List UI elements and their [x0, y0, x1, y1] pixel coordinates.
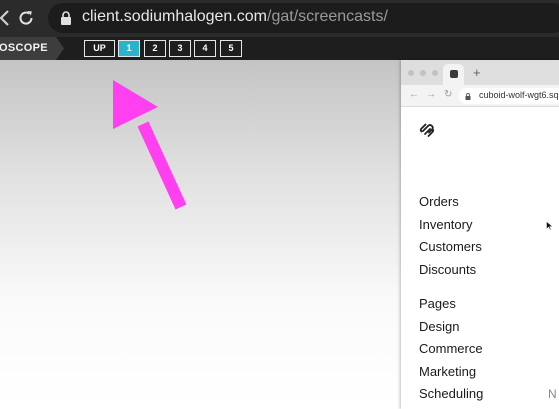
site-favicon-icon [450, 70, 458, 78]
lock-icon [60, 11, 72, 25]
inner-address-field[interactable]: cuboid-wolf-wgt6.sq [459, 88, 559, 104]
new-tab-button[interactable]: + [473, 65, 481, 80]
menu-marketing[interactable]: Marketing [419, 364, 476, 379]
up-button[interactable]: UP [84, 40, 115, 57]
screenscope-toolbar: OSCOPE UP 1 2 3 4 5 [0, 37, 559, 60]
mouse-cursor-icon [546, 218, 554, 231]
menu-inventory[interactable]: Inventory [419, 217, 472, 232]
inner-tab[interactable] [443, 64, 464, 85]
squarespace-logo-icon[interactable] [419, 122, 435, 138]
window-maximize-icon[interactable] [432, 70, 438, 76]
step-1-button[interactable]: 1 [118, 40, 140, 57]
step-5-button[interactable]: 5 [220, 40, 242, 57]
browser-address-bar: client.sodiumhalogen.com/gat/screencasts… [0, 0, 559, 37]
inner-address-text: cuboid-wolf-wgt6.sq [479, 90, 559, 100]
step-2-button[interactable]: 2 [144, 40, 166, 57]
menu-design[interactable]: Design [419, 319, 459, 334]
inner-lock-icon [465, 92, 471, 100]
clipped-label: N [548, 387, 557, 401]
url-text[interactable]: client.sodiumhalogen.com/gat/screencasts… [82, 8, 388, 26]
menu-pages[interactable]: Pages [419, 296, 456, 311]
step-4-button[interactable]: 4 [194, 40, 216, 57]
inner-forward-icon[interactable]: → [426, 89, 436, 100]
inner-nav-bar: ← → ↻ cuboid-wolf-wgt6.sq [401, 85, 559, 107]
menu-scheduling[interactable]: Scheduling [419, 386, 483, 401]
menu-discounts[interactable]: Discounts [419, 262, 476, 277]
back-icon[interactable] [0, 8, 10, 28]
step-3-button[interactable]: 3 [169, 40, 191, 57]
inner-reload-icon[interactable]: ↻ [444, 89, 452, 100]
brand-tab[interactable]: OSCOPE [0, 37, 64, 60]
inner-tab-bar: + [401, 60, 559, 85]
window-close-icon[interactable] [408, 70, 414, 76]
url-host: client.sodiumhalogen.com [82, 8, 267, 25]
brand-label: OSCOPE [0, 42, 48, 54]
embedded-browser-window: + ← → ↻ cuboid-wolf-wgt6.sq Orders Inven… [401, 60, 559, 409]
inner-back-icon[interactable]: ← [409, 89, 419, 100]
menu-orders[interactable]: Orders [419, 194, 459, 209]
menu-customers[interactable]: Customers [419, 239, 482, 254]
url-path: /gat/screencasts/ [267, 8, 388, 25]
menu-commerce[interactable]: Commerce [419, 341, 483, 356]
window-minimize-icon[interactable] [420, 70, 426, 76]
reload-icon[interactable] [17, 8, 35, 28]
